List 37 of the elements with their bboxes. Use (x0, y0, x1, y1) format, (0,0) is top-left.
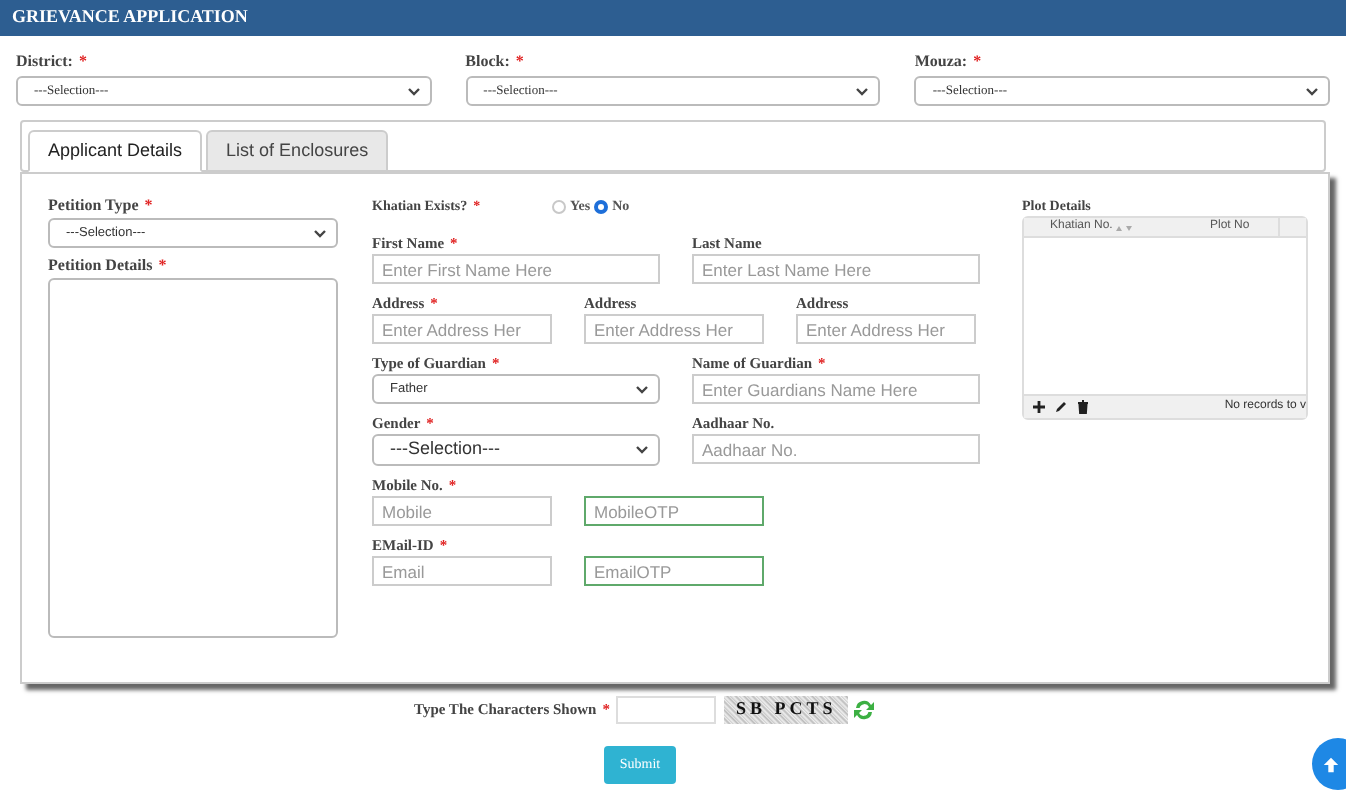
field-label: Block: * (465, 52, 526, 72)
refresh-icon[interactable] (852, 698, 877, 722)
field-label: Petition Details * (48, 256, 169, 276)
input-field[interactable]: MobileOTP (584, 496, 764, 526)
field-label: Petition Type * (48, 196, 155, 216)
input-field[interactable]: Enter Address Her (584, 314, 764, 344)
input-field[interactable]: Enter Address Her (372, 314, 552, 344)
trash-icon[interactable] (1076, 400, 1090, 414)
tab[interactable]: List of Enclosures (206, 130, 389, 172)
textarea-field[interactable] (48, 278, 338, 638)
input-field[interactable]: Enter First Name Here (372, 254, 660, 284)
input-field[interactable]: Aadhaar No. (692, 434, 980, 464)
captcha-text: SB PCTS (735, 696, 837, 723)
input-field[interactable]: Enter Guardians Name Here (692, 374, 980, 404)
field-label: District: * (16, 52, 89, 72)
radio-button[interactable] (552, 199, 566, 213)
chevron-down-icon (407, 87, 420, 95)
chevron-down-icon (314, 229, 326, 237)
input-field[interactable]: Enter Last Name Here (692, 254, 980, 284)
tab[interactable]: Applicant Details (28, 130, 203, 172)
input-field[interactable]: Email (372, 556, 552, 586)
radio-button[interactable] (594, 199, 609, 213)
chevron-down-icon (856, 87, 869, 95)
chevron-down-icon (636, 385, 648, 393)
field-label: Mouza: * (914, 52, 984, 72)
input-field[interactable]: Enter Address Her (796, 314, 976, 344)
up-arrow-icon (1321, 755, 1339, 773)
input-field[interactable]: EmailOTP (584, 556, 764, 586)
input-field[interactable]: Mobile (372, 496, 552, 526)
add-icon[interactable] (1032, 400, 1046, 414)
chevron-down-icon (1306, 87, 1319, 95)
chevron-down-icon (636, 446, 648, 454)
dropdown[interactable]: ---Selection--- (372, 434, 660, 466)
page-title: GRIEVANCE APPLICATION (12, 4, 248, 31)
sort-icon[interactable] (1116, 223, 1133, 231)
captcha-input[interactable] (615, 696, 716, 724)
pencil-icon[interactable] (1054, 400, 1068, 414)
